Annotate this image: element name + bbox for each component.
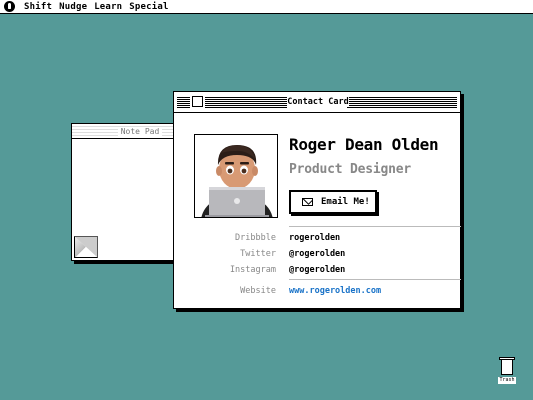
dribbble-value[interactable]: rogerolden [289, 233, 340, 243]
menu-special[interactable]: Special [129, 2, 168, 12]
trash-label: Trash [498, 377, 516, 384]
envelope-icon [302, 198, 313, 206]
website-label: Website [240, 286, 276, 296]
trash-icon[interactable]: Trash [498, 356, 516, 386]
email-me-button[interactable]: Email Me! [289, 190, 377, 214]
menu-learn[interactable]: Learn [94, 2, 122, 12]
page-turn-corner[interactable] [72, 234, 100, 260]
avatar [194, 134, 278, 218]
notepad-title: Note Pad [117, 126, 163, 136]
close-box-button[interactable] [192, 96, 203, 107]
notepad-window[interactable]: Note Pad [71, 123, 179, 261]
instagram-label: Instagram [229, 265, 276, 275]
instagram-value[interactable]: @rogerolden [289, 265, 345, 275]
contact-card-titlebar[interactable]: Contact Card [174, 92, 460, 113]
menu-bar: Shift Nudge Learn Special [0, 0, 533, 14]
contact-card-window: Contact Card Roger Dean Olden Product De… [173, 91, 461, 309]
email-me-label: Email Me! [321, 197, 370, 207]
twitter-label: Twitter [240, 249, 276, 259]
dribbble-label: Dribbble [235, 233, 276, 243]
notepad-titlebar[interactable]: Note Pad [72, 124, 178, 139]
divider [289, 279, 461, 280]
apple-menu-icon[interactable] [4, 1, 15, 12]
menu-nudge[interactable]: Nudge [59, 2, 87, 12]
divider [289, 226, 461, 227]
titlebar-stripes-right [347, 96, 457, 108]
website-link[interactable]: www.rogerolden.com [289, 286, 381, 296]
window-title: Contact Card [287, 97, 349, 107]
menu-shift[interactable]: Shift [24, 2, 52, 12]
twitter-value[interactable]: @rogerolden [289, 249, 345, 259]
trash-can [501, 359, 513, 375]
contact-name: Roger Dean Olden [289, 135, 439, 154]
contact-role: Product Designer [289, 162, 412, 177]
